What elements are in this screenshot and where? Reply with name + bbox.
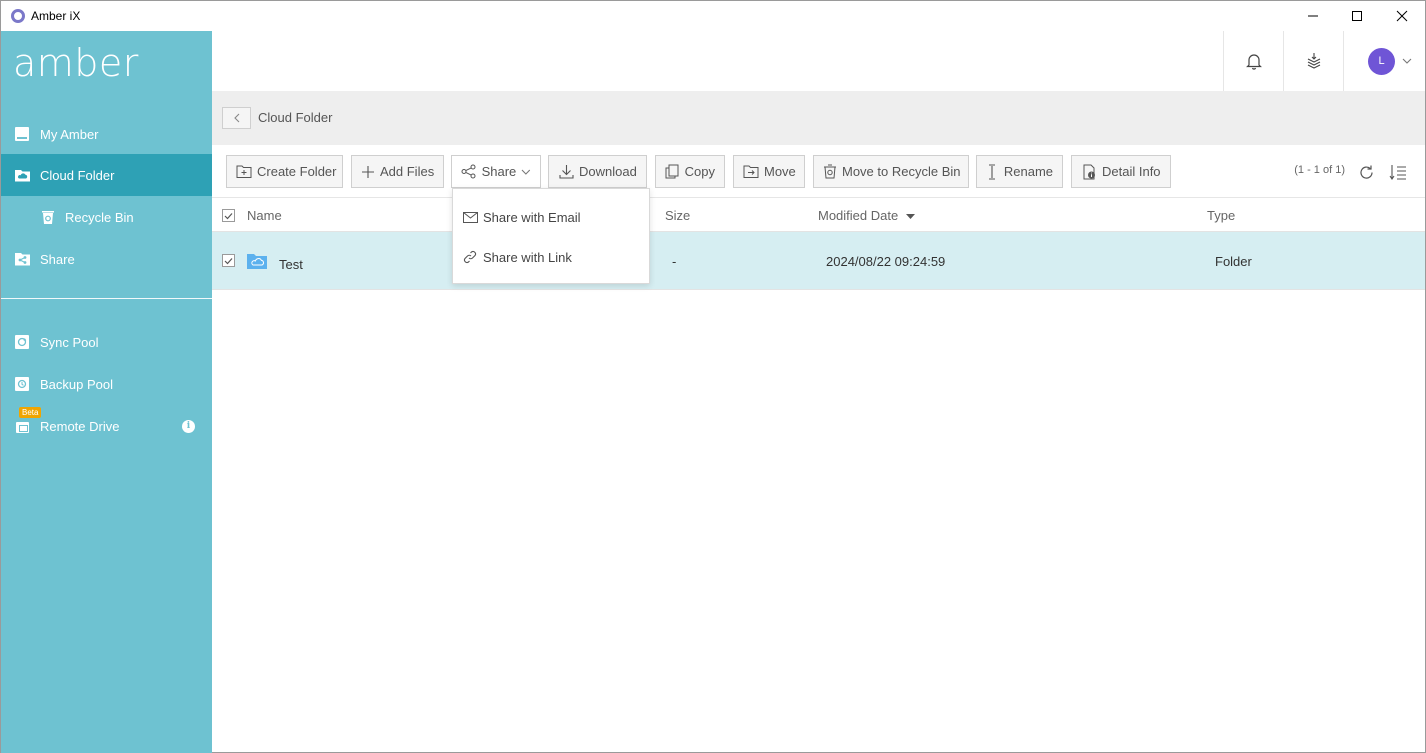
column-header-size[interactable]: Size	[665, 208, 690, 223]
sidebar-item-cloud-folder[interactable]: Cloud Folder	[1, 154, 212, 196]
share-with-link-item[interactable]: Share with Link	[453, 237, 649, 277]
bell-icon	[1246, 54, 1262, 70]
check-icon	[224, 212, 233, 219]
maximize-button[interactable]	[1334, 1, 1380, 31]
file-name[interactable]: Test	[279, 257, 303, 272]
task-list-icon	[1307, 53, 1321, 69]
recycle-icon	[823, 164, 837, 180]
plus-icon	[361, 164, 375, 180]
cloud-folder-icon	[247, 254, 267, 269]
row-checkbox[interactable]	[222, 254, 235, 267]
file-type: Folder	[1215, 254, 1252, 269]
maximize-icon	[1352, 11, 1362, 21]
sidebar-item-label: Share	[40, 251, 75, 267]
new-folder-icon	[236, 164, 252, 180]
sync-pool-icon	[13, 334, 31, 350]
create-folder-button[interactable]: Create Folder	[226, 155, 343, 188]
download-icon	[558, 164, 574, 180]
copy-button[interactable]: Copy	[655, 155, 725, 188]
close-icon	[1396, 10, 1408, 22]
sort-button[interactable]	[1388, 162, 1408, 182]
remote-drive-icon	[13, 418, 31, 434]
backup-pool-icon	[13, 376, 31, 392]
refresh-button[interactable]	[1356, 162, 1376, 182]
tasks-button[interactable]	[1284, 31, 1344, 91]
sidebar-item-label: Backup Pool	[40, 376, 113, 392]
download-button[interactable]: Download	[548, 155, 647, 188]
pagination-info: (1 - 1 of 1)	[1294, 164, 1345, 176]
app-logo-icon	[11, 9, 25, 23]
column-header-type[interactable]: Type	[1207, 208, 1235, 223]
amber-logo[interactable]: amber	[13, 41, 139, 85]
sidebar-item-recycle-bin[interactable]: Recycle Bin	[1, 196, 212, 238]
user-menu-button[interactable]: L	[1360, 31, 1420, 91]
refresh-icon	[1359, 165, 1373, 179]
move-to-recycle-bin-button[interactable]: Move to Recycle Bin	[813, 155, 969, 188]
app-window: Amber iX amber My Amber Cloud Folder Rec…	[0, 0, 1426, 753]
share-dropdown-menu: Share with Email Share with Link	[452, 188, 650, 284]
sidebar-item-backup-pool[interactable]: Backup Pool	[1, 363, 212, 405]
chevron-down-icon	[1402, 58, 1412, 64]
close-button[interactable]	[1379, 1, 1425, 31]
share-folder-icon	[13, 251, 31, 267]
chevron-left-icon	[233, 113, 239, 123]
copy-icon	[665, 164, 680, 180]
column-header-name[interactable]: Name	[247, 208, 282, 223]
beta-badge: Beta	[19, 407, 42, 418]
sidebar-item-my-amber[interactable]: My Amber	[1, 113, 212, 155]
minimize-icon	[1308, 15, 1318, 17]
avatar: L	[1368, 47, 1395, 75]
share-button[interactable]: Share	[451, 155, 541, 188]
sidebar-item-sync-pool[interactable]: Sync Pool	[1, 321, 212, 363]
breadcrumb-current[interactable]: Cloud Folder	[258, 110, 332, 125]
chevron-down-icon	[521, 169, 531, 175]
breadcrumb: Cloud Folder	[212, 91, 1425, 145]
sidebar: amber My Amber Cloud Folder Recycle Bin …	[1, 31, 212, 753]
file-size: -	[672, 254, 677, 269]
column-header-modified-date[interactable]: Modified Date	[818, 208, 915, 223]
recycle-bin-icon	[39, 209, 57, 225]
add-files-button[interactable]: Add Files	[351, 155, 444, 188]
sidebar-item-label: Remote Drive	[40, 418, 120, 434]
envelope-icon	[462, 210, 478, 224]
header-divider	[1343, 31, 1344, 91]
check-icon	[224, 257, 233, 264]
share-icon	[461, 164, 477, 180]
title-bar: Amber iX	[1, 1, 1425, 31]
sidebar-item-label: My Amber	[40, 126, 99, 142]
detail-info-button[interactable]: Detail Info	[1071, 155, 1171, 188]
move-icon	[743, 164, 759, 180]
top-header: L	[212, 31, 1425, 91]
window-title: Amber iX	[31, 9, 81, 23]
drive-icon	[13, 126, 31, 142]
sidebar-item-share[interactable]: Share	[1, 238, 212, 280]
rename-button[interactable]: Rename	[976, 155, 1063, 188]
info-icon[interactable]: i	[182, 419, 195, 433]
file-modified-date: 2024/08/22 09:24:59	[826, 254, 946, 269]
link-icon	[462, 250, 478, 264]
cloud-folder-icon	[13, 167, 31, 183]
share-with-email-item[interactable]: Share with Email	[453, 197, 649, 237]
select-all-checkbox[interactable]	[222, 209, 235, 222]
sidebar-item-label: Recycle Bin	[65, 209, 134, 225]
toolbar: Create Folder Add Files Share Download C…	[212, 145, 1425, 197]
info-document-icon	[1081, 164, 1097, 180]
sort-desc-icon	[905, 214, 915, 220]
sidebar-item-label: Sync Pool	[40, 334, 99, 350]
move-button[interactable]: Move	[733, 155, 805, 188]
table-row[interactable]: Test - 2024/08/22 09:24:59 Folder	[212, 231, 1425, 290]
back-button[interactable]	[222, 107, 251, 129]
text-cursor-icon	[986, 163, 999, 180]
sidebar-item-label: Cloud Folder	[40, 167, 115, 183]
minimize-button[interactable]	[1290, 1, 1336, 31]
notifications-button[interactable]	[1224, 31, 1284, 91]
table-header: Name Size Modified Date Type	[212, 197, 1425, 231]
sort-list-icon	[1389, 164, 1406, 180]
sidebar-divider	[1, 298, 212, 299]
